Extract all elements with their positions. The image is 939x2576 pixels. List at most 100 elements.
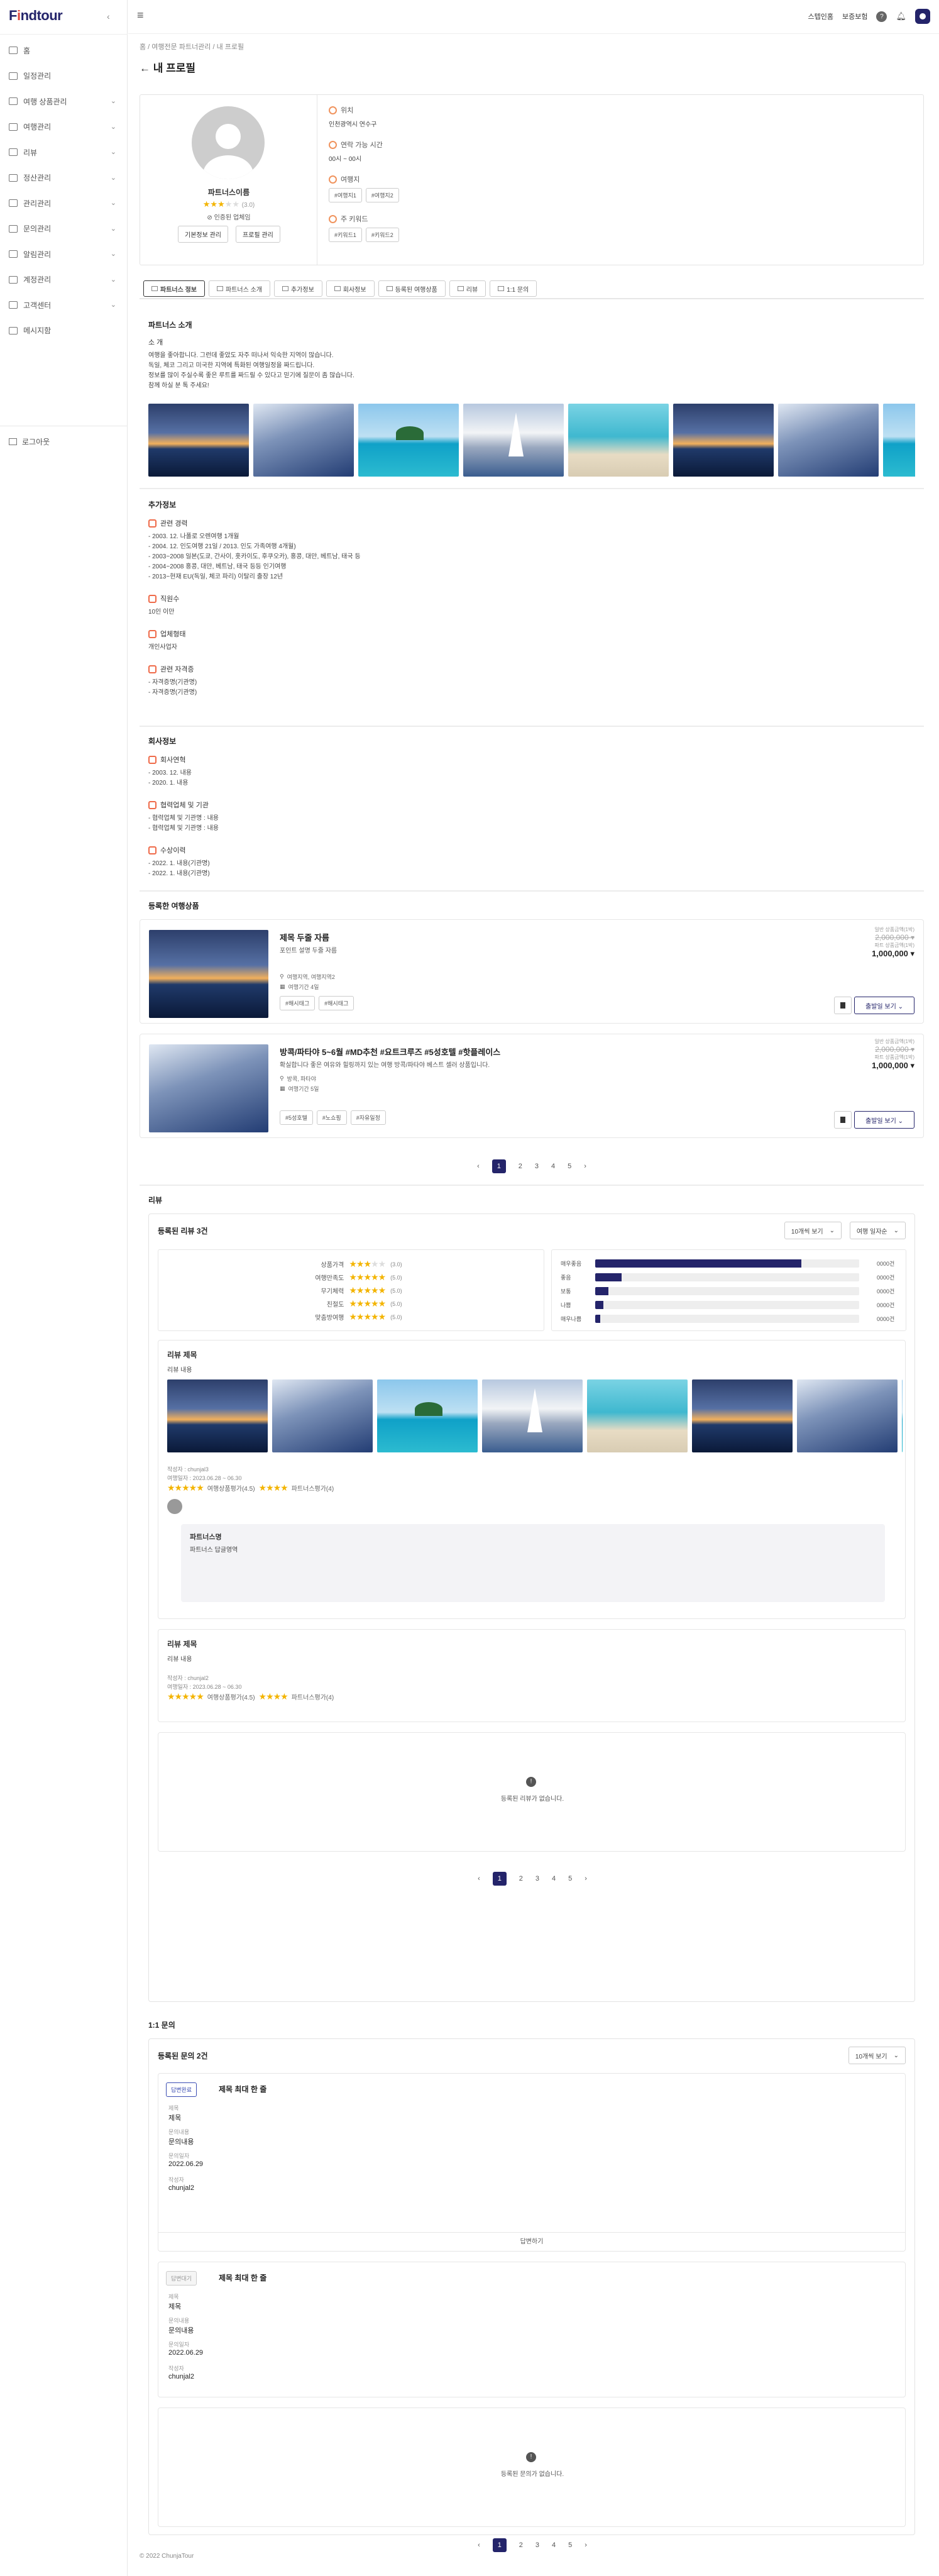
chevron-down-icon: ⌄ bbox=[110, 224, 116, 233]
tab[interactable]: 1:1 문의 bbox=[490, 280, 537, 297]
photo[interactable] bbox=[797, 1379, 898, 1452]
sidebar-item[interactable]: 관리관리 ⌄ bbox=[0, 191, 128, 216]
clock-icon bbox=[329, 140, 337, 149]
bell-icon[interactable]: 🔔︎ bbox=[896, 11, 906, 21]
tab[interactable]: 리뷰 bbox=[449, 280, 486, 297]
page-button[interactable]: 1 bbox=[492, 2538, 507, 2552]
page-button[interactable]: ‹ bbox=[477, 1163, 480, 1170]
intro-section-title: 파트너스 소개 bbox=[148, 321, 192, 329]
page-button[interactable]: ‹ bbox=[478, 1875, 480, 1882]
sidebar-item[interactable]: 정산관리 ⌄ bbox=[0, 165, 128, 191]
page-button[interactable]: 5 bbox=[568, 2541, 572, 2549]
menu-icon[interactable]: ≡ bbox=[137, 9, 144, 22]
hashtag: #해시태그 bbox=[280, 996, 316, 1010]
photo[interactable] bbox=[358, 404, 459, 477]
chevron-down-icon: ⌄ bbox=[110, 123, 116, 131]
photo[interactable] bbox=[587, 1379, 688, 1452]
page-button[interactable]: › bbox=[585, 1875, 587, 1882]
sidebar-item[interactable]: 문의관리 ⌄ bbox=[0, 216, 128, 242]
photo[interactable] bbox=[463, 404, 564, 477]
bookmark-button[interactable] bbox=[834, 997, 852, 1014]
photo[interactable] bbox=[167, 1379, 268, 1452]
text-line: - 2022. 1. 내용(기관명) bbox=[148, 870, 210, 877]
photo[interactable] bbox=[253, 404, 354, 477]
product-card[interactable]: 제목 두줄 자름 포인트 설명 두줄 자름 ⚲ 여행지역, 여행지역2 ▦ 여행기간… bbox=[140, 919, 924, 1024]
page-button[interactable]: 5 bbox=[568, 1163, 571, 1170]
logout-button[interactable]: 로그아웃 bbox=[9, 436, 50, 447]
photo[interactable] bbox=[902, 1379, 903, 1452]
page-button[interactable]: 4 bbox=[552, 2541, 556, 2549]
page-button[interactable]: 5 bbox=[568, 1875, 572, 1882]
review-card: 리뷰 제목 리뷰 내용 작성자 : chunjal3 여행일자 : 2023.06… bbox=[158, 1340, 906, 1619]
text-line: - 2013~현재 EU(독일, 체코 파리) 이탈리 출장 12년 bbox=[148, 573, 283, 580]
photo[interactable] bbox=[883, 404, 915, 477]
tab[interactable]: 파트너스 정보 bbox=[143, 280, 205, 297]
avatar[interactable] bbox=[915, 9, 930, 24]
page-size-select[interactable]: 10개씩 보기 bbox=[848, 2047, 906, 2064]
photo[interactable] bbox=[272, 1379, 373, 1452]
tab[interactable]: 등록된 여행상품 bbox=[378, 280, 446, 297]
review-panel: 등록된 리뷰 3건 10개씩 보기 여행 일자순 상품가격★★★★★(3.0) 여… bbox=[148, 1213, 915, 2002]
page-button[interactable]: ‹ bbox=[478, 2541, 480, 2549]
search-icon bbox=[329, 214, 337, 223]
product-card[interactable]: 방콕/파타야 5~6월 #MD추천 #요트크루즈 #5성호텔 #핫플레이스 확실… bbox=[140, 1034, 924, 1138]
sidebar-item[interactable]: 일정관리 bbox=[0, 64, 128, 89]
chevron-down-icon: ⌄ bbox=[110, 97, 116, 105]
sidebar-item[interactable]: 여행관리 ⌄ bbox=[0, 114, 128, 140]
tab[interactable]: 추가정보 bbox=[273, 280, 322, 297]
departure-button[interactable]: 출발일 보기 ⌄ bbox=[854, 997, 914, 1014]
page-button[interactable]: › bbox=[585, 2541, 587, 2549]
link-insurance[interactable]: 보증보험 bbox=[842, 11, 867, 21]
handshake-icon bbox=[148, 800, 156, 809]
chevron-down-icon: ⌄ bbox=[110, 275, 116, 284]
partner-reply: 파트너스명 파트너스 답글영역 bbox=[181, 1524, 885, 1602]
text-line: 정보를 많이 주실수록 좋은 루트를 짜드릴 수 있다고 믿기에 질문이 좀 많… bbox=[148, 372, 354, 379]
sort-select[interactable]: 여행 일자순 bbox=[849, 1222, 906, 1239]
page-button[interactable]: 2 bbox=[519, 1875, 523, 1882]
page-button[interactable]: 3 bbox=[535, 2541, 539, 2549]
page-button[interactable]: 4 bbox=[552, 1875, 556, 1882]
page-button[interactable]: › bbox=[584, 1163, 586, 1170]
help-icon[interactable]: ? bbox=[876, 11, 887, 22]
photo[interactable] bbox=[148, 404, 249, 477]
distribution-bar bbox=[595, 1300, 603, 1309]
photo[interactable] bbox=[377, 1379, 478, 1452]
photo[interactable] bbox=[692, 1379, 793, 1452]
sidebar-item[interactable]: 메시지함 bbox=[0, 318, 128, 344]
sidebar-item[interactable]: 알림관리 ⌄ bbox=[0, 241, 128, 267]
page-button[interactable]: 3 bbox=[535, 1163, 539, 1170]
distribution-row: 보통 0000건 bbox=[561, 1286, 895, 1295]
sidebar-item[interactable]: 계정관리 ⌄ bbox=[0, 267, 128, 293]
departure-button[interactable]: 출발일 보기 ⌄ bbox=[854, 1111, 914, 1129]
chevron-down-icon: ⌄ bbox=[110, 199, 116, 207]
basic-info-button[interactable]: 기본정보 관리 bbox=[178, 226, 228, 243]
page-button[interactable]: 2 bbox=[519, 1163, 522, 1170]
text-line: - 자격증명(기관명) bbox=[148, 679, 197, 686]
page-size-select[interactable]: 10개씩 보기 bbox=[784, 1222, 842, 1239]
page-button[interactable]: 4 bbox=[551, 1163, 555, 1170]
profile-manage-button[interactable]: 프로필 관리 bbox=[235, 226, 280, 243]
divider bbox=[140, 726, 924, 727]
page-button[interactable]: 1 bbox=[492, 1872, 507, 1886]
photo[interactable] bbox=[673, 404, 774, 477]
location-value: 인천광역시 연수구 bbox=[329, 121, 377, 128]
collapse-sidebar-icon[interactable]: ‹ bbox=[107, 11, 110, 21]
page-button[interactable]: 2 bbox=[519, 2541, 523, 2549]
logo[interactable]: Findtour bbox=[9, 8, 63, 24]
photo[interactable] bbox=[482, 1379, 583, 1452]
page-button[interactable]: 3 bbox=[535, 1875, 539, 1882]
sidebar-item[interactable]: 고객센터 ⌄ bbox=[0, 292, 128, 318]
photo[interactable] bbox=[778, 404, 879, 477]
link-stepinhome[interactable]: 스텝인홈 bbox=[808, 11, 833, 21]
page-title[interactable]: ← 내 프로필 bbox=[140, 59, 924, 75]
sidebar-item[interactable]: 여행 상품관리 ⌄ bbox=[0, 89, 128, 114]
bookmark-button[interactable] bbox=[834, 1111, 852, 1129]
page-button[interactable]: 1 bbox=[491, 1159, 506, 1173]
sidebar-item[interactable]: 홈 bbox=[0, 38, 128, 64]
tab[interactable]: 회사정보 bbox=[326, 280, 375, 297]
photo[interactable] bbox=[568, 404, 669, 477]
tab[interactable]: 파트너스 소개 bbox=[208, 280, 270, 297]
tab-icon bbox=[282, 286, 288, 291]
sidebar-item[interactable]: 리뷰 ⌄ bbox=[0, 140, 128, 165]
reply-button[interactable]: 답변하기 bbox=[158, 2232, 905, 2251]
